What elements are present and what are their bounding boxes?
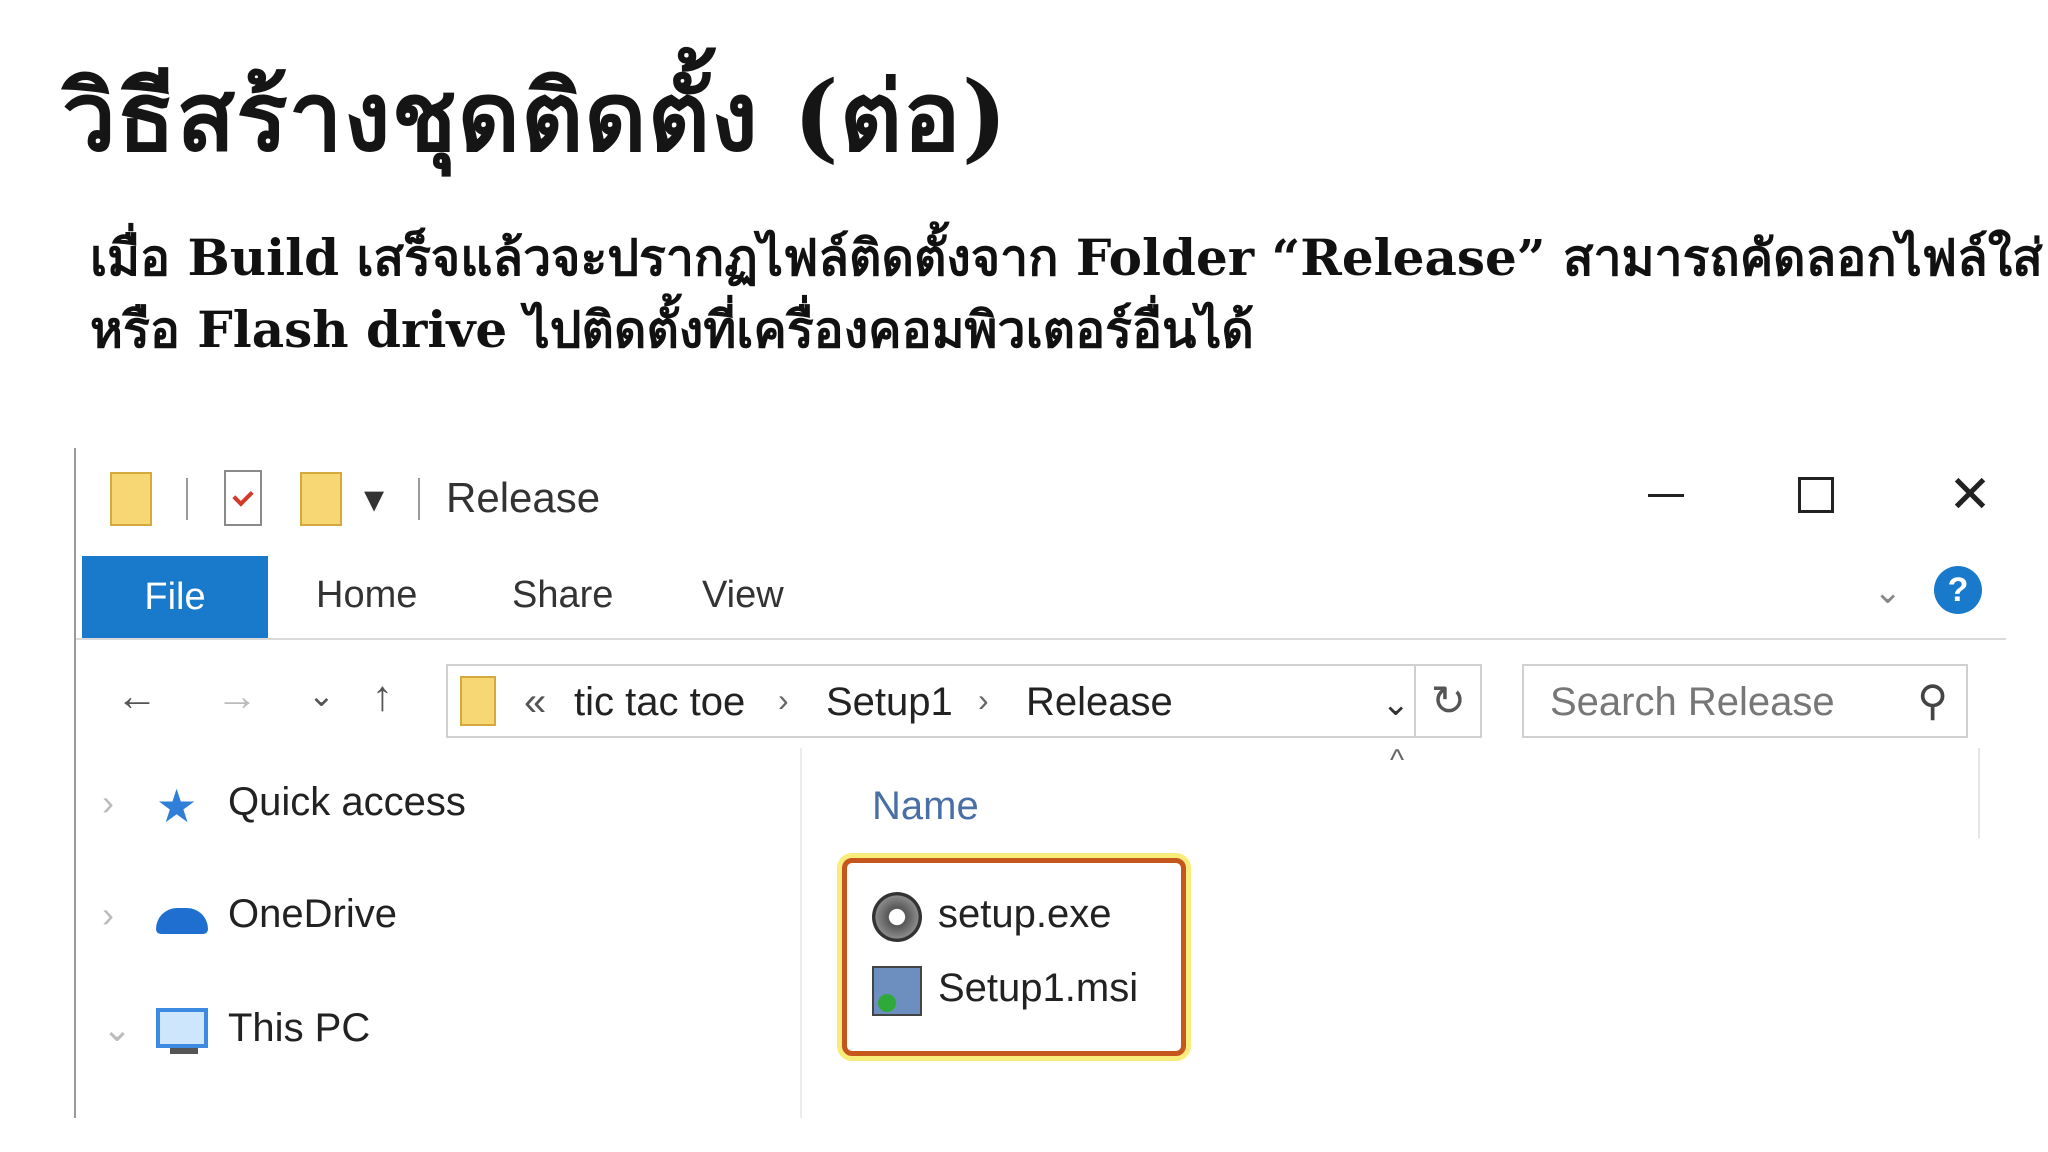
search-input[interactable]: Search Release (1550, 680, 1835, 725)
navigation-bar: ← → ⌄ ↑ « tic tac toe › Setup1 › Release… (76, 658, 2006, 742)
toolbar-separator (186, 478, 188, 520)
close-icon: ✕ (1948, 466, 1992, 524)
new-folder-icon[interactable] (300, 472, 342, 526)
this-pc-monitor-icon (156, 1008, 208, 1048)
subtitle-line-2: หรือ Flash drive ไปติดตั้งที่เครื่องคอมพ… (90, 300, 1254, 359)
search-icon[interactable]: ⚲ (1917, 676, 1948, 725)
breadcrumb-release[interactable]: Release (1026, 680, 1173, 725)
forward-button[interactable]: → (216, 672, 258, 720)
file-name: Setup1.msi (938, 966, 1139, 1010)
column-divider (1978, 748, 1980, 838)
title-bar: ▾ Release ✕ (76, 448, 2006, 552)
toolbar-separator (418, 478, 420, 520)
onedrive-cloud-icon (156, 908, 208, 934)
search-box[interactable]: Search Release ⚲ (1522, 664, 1968, 738)
file-list: ^ Name setup.exe Setup1.msi (802, 744, 2006, 1118)
file-explorer-window: ▾ Release ✕ File Home Share View ⌄ ? ← →… (74, 448, 2006, 1118)
close-button[interactable]: ✕ (1930, 460, 2006, 530)
nav-item-quick-access[interactable]: › ★ Quick access (102, 772, 782, 842)
back-button[interactable]: ← (116, 672, 158, 720)
navigation-pane: › ★ Quick access › OneDrive ⌄ This PC (76, 748, 802, 1118)
file-row-setup1-msi[interactable]: Setup1.msi (872, 960, 1172, 1020)
nav-item-this-pc[interactable]: ⌄ This PC (102, 998, 782, 1068)
slide-subtitle: เมื่อ Build เสร็จแล้วจะปรากฏไฟล์ติดตั้งจ… (90, 222, 2048, 366)
setup-exe-icon (872, 892, 922, 942)
maximize-button[interactable] (1776, 460, 1856, 530)
breadcrumb-setup1[interactable]: Setup1 (826, 680, 953, 725)
tab-home[interactable]: Home (316, 574, 417, 617)
minimize-button[interactable] (1626, 460, 1706, 530)
subtitle-line-1: เมื่อ Build เสร็จแล้วจะปรากฏไฟล์ติดตั้งจ… (90, 228, 2048, 287)
tab-view[interactable]: View (702, 574, 784, 617)
tab-share[interactable]: Share (512, 574, 613, 617)
file-name: setup.exe (938, 892, 1112, 936)
quick-access-star-icon: ★ (156, 780, 198, 832)
refresh-icon[interactable]: ↻ (1431, 676, 1466, 725)
minimize-icon (1648, 493, 1684, 497)
breadcrumb-tic-tac-toe[interactable]: tic tac toe (574, 680, 745, 725)
help-icon[interactable]: ? (1934, 566, 1982, 614)
nav-item-label: OneDrive (228, 892, 397, 936)
sort-ascending-icon: ^ (1390, 744, 1405, 777)
address-dropdown-icon[interactable]: ⌄ (1382, 684, 1411, 724)
breadcrumb-separator[interactable]: › (778, 682, 789, 719)
nav-item-label: This PC (228, 1006, 371, 1050)
up-button[interactable]: ↑ (372, 672, 393, 720)
window-title: Release (446, 474, 601, 521)
file-row-setup-exe[interactable]: setup.exe (872, 886, 1172, 946)
expand-chevron-icon[interactable]: › (102, 894, 114, 936)
maximize-icon (1798, 477, 1834, 513)
recent-locations-chevron-icon[interactable]: ⌄ (308, 676, 335, 714)
nav-item-onedrive[interactable]: › OneDrive (102, 884, 782, 954)
tab-file[interactable]: File (82, 556, 268, 638)
msi-installer-icon (872, 966, 922, 1016)
address-bar[interactable]: « tic tac toe › Setup1 › Release ⌄ ↻ (446, 664, 1482, 738)
customize-toolbar-dropdown-icon[interactable]: ▾ (364, 476, 384, 522)
slide-title: วิธีสร้างชุดติดตั้ง (ต่อ) (62, 60, 1009, 173)
ribbon-tabs: File Home Share View ⌄ ? (76, 552, 2006, 640)
address-divider (1414, 666, 1416, 736)
collapse-chevron-icon[interactable]: ⌄ (102, 1008, 132, 1050)
expand-ribbon-chevron-icon[interactable]: ⌄ (1874, 572, 1903, 612)
folder-icon[interactable] (110, 472, 152, 526)
column-header-name[interactable]: Name (872, 784, 979, 829)
breadcrumb-overflow[interactable]: « (524, 680, 546, 725)
address-folder-icon (460, 676, 496, 726)
expand-chevron-icon[interactable]: › (102, 782, 114, 824)
properties-icon[interactable] (224, 470, 262, 526)
breadcrumb-separator[interactable]: › (978, 682, 989, 719)
monitor-stand (170, 1048, 198, 1054)
nav-item-label: Quick access (228, 780, 466, 824)
